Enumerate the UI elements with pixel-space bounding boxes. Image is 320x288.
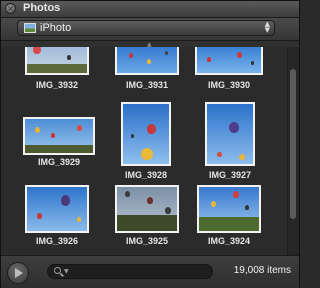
photo-label: IMG_3925 [125,236,169,246]
bottom-toolbar: ▼ 19,008 items [1,255,299,288]
search-input[interactable] [72,266,208,277]
chevron-updown-icon: ▲ ▼ [264,20,270,34]
play-button[interactable] [7,262,29,284]
source-bar: iPhoto ▲ ▼ [1,18,299,41]
search-icon[interactable] [54,267,61,274]
photo-thumbnail[interactable] [115,47,179,75]
play-icon [15,268,23,278]
photo-thumbnail[interactable] [205,102,255,166]
photo-label: IMG_3926 [35,236,79,246]
photo-grid[interactable]: IMG_3932 IMG_3931 IMG_3930 IMG_3929 IMG_… [1,47,287,255]
photo-label: IMG_3929 [37,157,81,167]
close-icon[interactable]: × [5,3,16,14]
photo-label: IMG_3927 [208,170,252,180]
photo-thumbnail[interactable] [25,185,89,233]
title-bar: × Photos [1,1,299,18]
search-field[interactable]: ▼ [47,264,213,279]
photos-panel: × Photos iPhoto ▲▼ ▲ IMG_3932 IMG_3931 [0,0,300,288]
scroll-thumb[interactable] [290,69,296,219]
photo-thumbnail[interactable] [195,47,263,75]
photo-thumbnail[interactable] [197,185,261,233]
photo-label: IMG_3932 [35,80,79,90]
source-select[interactable]: iPhoto ▲ ▼ [17,20,275,36]
photo-thumbnail[interactable] [23,117,95,155]
panel-title: Photos [23,2,61,14]
photo-label: IMG_3930 [207,80,251,90]
photo-label: IMG_3928 [124,170,168,180]
photo-thumbnail[interactable] [25,47,89,75]
source-label: iPhoto [40,22,72,34]
photo-label: IMG_3924 [207,236,251,246]
vertical-scrollbar[interactable] [287,47,299,255]
iphoto-icon [24,23,36,33]
photo-thumbnail[interactable] [121,102,171,166]
item-count: 19,008 items [233,265,291,276]
photo-label: IMG_3931 [125,80,169,90]
chevron-down-icon[interactable]: ▼ [64,268,69,275]
photo-thumbnail[interactable] [115,185,179,233]
